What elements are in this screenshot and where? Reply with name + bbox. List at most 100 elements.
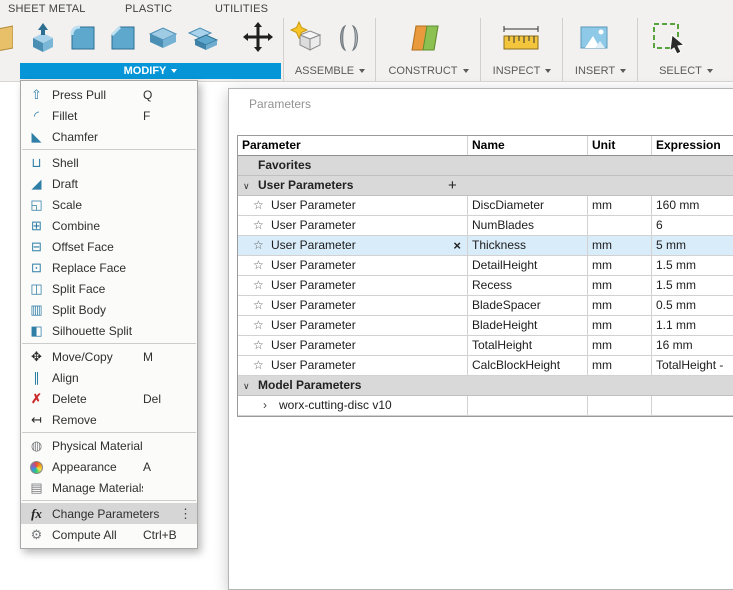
param-expression-cell[interactable]: 1.1 mm [652, 316, 733, 335]
param-name-cell[interactable]: Recess [468, 276, 588, 295]
partial-toolbar-icon[interactable] [0, 22, 14, 59]
chevron-right-icon[interactable]: › [263, 396, 273, 415]
param-row-bladeheight[interactable]: ☆ User Parameter BladeHeight mm 1.1 mm [238, 316, 733, 336]
param-expression-cell[interactable]: 0.5 mm [652, 296, 733, 315]
menu-item-split-face[interactable]: ◫ Split Face [21, 278, 197, 299]
favorite-star-icon[interactable]: ☆ [253, 356, 266, 375]
select-button[interactable] [650, 21, 690, 62]
param-name-cell[interactable]: TotalHeight [468, 336, 588, 355]
press-pull-button[interactable] [26, 21, 60, 60]
favorite-star-icon[interactable]: ☆ [253, 316, 266, 335]
favorite-star-icon[interactable]: ☆ [253, 236, 266, 255]
shell-button[interactable] [146, 21, 180, 60]
favorite-star-icon[interactable]: ☆ [253, 296, 266, 315]
param-row-discdiameter[interactable]: ☆ User Parameter DiscDiameter mm 160 mm [238, 196, 733, 216]
param-name-cell[interactable]: NumBlades [468, 216, 588, 235]
measure-button[interactable] [501, 21, 541, 60]
favorites-group-row[interactable]: Favorites [238, 156, 733, 176]
menu-item-shortcut: M [143, 349, 153, 364]
assemble-dropdown-button[interactable]: ASSEMBLE [284, 63, 376, 79]
param-row-detailheight[interactable]: ☆ User Parameter DetailHeight mm 1.5 mm [238, 256, 733, 276]
favorite-star-icon[interactable]: ☆ [253, 196, 266, 215]
menu-item-offset-face[interactable]: ⊟ Offset Face [21, 236, 197, 257]
chamfer-button[interactable] [106, 21, 140, 60]
menu-item-align[interactable]: ∥ Align [21, 367, 197, 388]
tab-plastic[interactable]: PLASTIC [125, 3, 172, 15]
menu-item-fillet[interactable]: ◜ Fillet F [21, 105, 197, 126]
inspect-dropdown-button[interactable]: INSPECT [481, 63, 563, 79]
add-parameter-button[interactable]: + [448, 176, 457, 195]
param-name-cell[interactable]: BladeSpacer [468, 296, 588, 315]
menu-item-split-body[interactable]: ▥ Split Body [21, 299, 197, 320]
model-document-row[interactable]: › worx-cutting-disc v10 [238, 396, 733, 416]
model-parameters-group-row[interactable]: ∨ Model Parameters [238, 376, 733, 396]
construct-dropdown-button[interactable]: CONSTRUCT [376, 63, 481, 79]
menu-item-compute-all[interactable]: ⚙ Compute All Ctrl+B [21, 524, 197, 545]
menu-item-press-pull[interactable]: ⇧ Press Pull Q [21, 84, 197, 105]
menu-item-shell[interactable]: ⊔ Shell [21, 152, 197, 173]
param-expression-cell[interactable]: 5 mm [652, 236, 733, 255]
menu-item-appearance[interactable]: Appearance A [21, 456, 197, 477]
construct-plane-button[interactable] [408, 21, 442, 60]
insert-canvas-button[interactable] [577, 21, 611, 60]
tab-sheet-metal[interactable]: SHEET METAL [8, 3, 86, 15]
menu-item-chamfer[interactable]: ◣ Chamfer [21, 126, 197, 147]
param-row-calcblockheight[interactable]: ☆ User Parameter CalcBlockHeight mm Total… [238, 356, 733, 376]
appearance-color-wheel-icon [28, 456, 45, 477]
param-row-recess[interactable]: ☆ User Parameter Recess mm 1.5 mm [238, 276, 733, 296]
param-row-numblades[interactable]: ☆ User Parameter NumBlades 6 [238, 216, 733, 236]
chevron-down-icon[interactable]: ∨ [243, 376, 255, 396]
menu-item-combine[interactable]: ⊞ Combine [21, 215, 197, 236]
combine-button[interactable] [186, 21, 220, 60]
delete-parameter-icon[interactable]: × [453, 236, 461, 255]
menu-item-scale[interactable]: ◱ Scale [21, 194, 197, 215]
param-expression-cell[interactable]: 1.5 mm [652, 276, 733, 295]
select-dropdown-button[interactable]: SELECT [638, 63, 733, 79]
modify-dropdown-button[interactable]: MODIFY [20, 63, 281, 79]
group-insert: INSERT [562, 18, 638, 81]
fillet-button[interactable] [66, 21, 100, 60]
new-component-button[interactable] [289, 20, 324, 60]
tab-utilities[interactable]: UTILITIES [215, 3, 268, 15]
insert-dropdown-button[interactable]: INSERT [563, 63, 638, 79]
param-unit-cell [588, 216, 652, 235]
menu-item-label: Scale [52, 197, 83, 212]
param-row-bladespacer[interactable]: ☆ User Parameter BladeSpacer mm 0.5 mm [238, 296, 733, 316]
favorite-star-icon[interactable]: ☆ [253, 276, 266, 295]
param-expression-cell[interactable]: 6 [652, 216, 733, 235]
user-parameters-group-row[interactable]: ∨ User Parameters + [238, 176, 733, 196]
param-row-thickness[interactable]: ☆ User Parameter × Thickness mm 5 mm [238, 236, 733, 256]
param-name-cell[interactable]: DiscDiameter [468, 196, 588, 215]
kebab-menu-icon[interactable]: ⋮ [179, 503, 192, 524]
param-name-cell[interactable]: CalcBlockHeight [468, 356, 588, 375]
param-expression-cell[interactable]: TotalHeight - [652, 356, 733, 375]
menu-item-draft[interactable]: ◢ Draft [21, 173, 197, 194]
param-unit-cell: mm [588, 196, 652, 215]
param-name-cell[interactable]: BladeHeight [468, 316, 588, 335]
favorite-star-icon[interactable]: ☆ [253, 256, 266, 275]
param-unit-cell: mm [588, 296, 652, 315]
favorite-star-icon[interactable]: ☆ [253, 216, 266, 235]
menu-item-physical-material[interactable]: ◍ Physical Material [21, 435, 197, 456]
joint-button[interactable] [332, 21, 366, 60]
param-row-totalheight[interactable]: ☆ User Parameter TotalHeight mm 16 mm [238, 336, 733, 356]
menu-item-delete[interactable]: ✗ Delete Del [21, 388, 197, 409]
param-name-cell[interactable]: Thickness [468, 236, 588, 255]
menu-item-manage-materials[interactable]: ▤ Manage Materials [21, 477, 197, 498]
physical-material-icon: ◍ [30, 438, 43, 453]
param-name-cell[interactable]: DetailHeight [468, 256, 588, 275]
menu-item-silhouette-split[interactable]: ◧ Silhouette Split [21, 320, 197, 341]
move-copy-button[interactable] [242, 21, 274, 58]
favorite-star-icon[interactable]: ☆ [253, 336, 266, 355]
param-expression-cell[interactable]: 16 mm [652, 336, 733, 355]
menu-item-change-parameters[interactable]: fx Change Parameters ⋮ [21, 503, 197, 524]
param-expression-cell[interactable]: 160 mm [652, 196, 733, 215]
menu-item-remove[interactable]: ↤ Remove [21, 409, 197, 430]
menu-item-label: Move/Copy [52, 349, 113, 364]
menu-item-label: Split Face [52, 281, 106, 296]
menu-item-move-copy[interactable]: ✥ Move/Copy M [21, 346, 197, 367]
parameters-dialog: Parameters Parameter Name Unit Expressio… [228, 88, 733, 590]
chevron-down-icon[interactable]: ∨ [243, 176, 255, 196]
param-expression-cell[interactable]: 1.5 mm [652, 256, 733, 275]
menu-item-replace-face[interactable]: ⊡ Replace Face [21, 257, 197, 278]
